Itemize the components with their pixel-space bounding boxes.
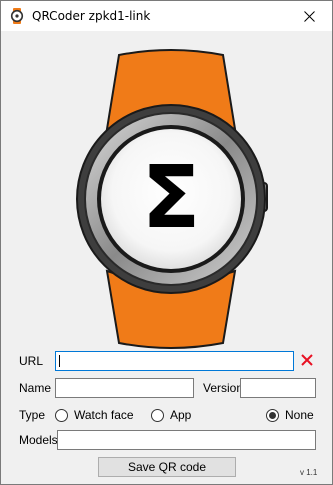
radio-button[interactable] bbox=[151, 408, 164, 422]
watch-logo-glyph: Σ bbox=[142, 148, 201, 248]
type-radio-none[interactable]: None bbox=[266, 408, 314, 422]
radio-button[interactable] bbox=[266, 408, 279, 422]
watch-app-icon bbox=[10, 8, 24, 24]
type-label: Type bbox=[19, 408, 46, 422]
name-label: Name bbox=[19, 381, 52, 395]
app-window: QRCoder zpkd1-link Σ URL Name Version Ty… bbox=[0, 0, 333, 485]
client-area: Σ URL Name Version Type Watch face App N… bbox=[1, 31, 332, 484]
window-title: QRCoder zpkd1-link bbox=[32, 9, 151, 23]
models-label: Models bbox=[19, 433, 58, 447]
version-label: Version bbox=[203, 381, 244, 395]
save-qr-button-label: Save QR code bbox=[127, 460, 207, 474]
name-input[interactable] bbox=[55, 378, 194, 398]
version-input[interactable] bbox=[240, 378, 316, 398]
type-radio-watch-face[interactable]: Watch face bbox=[55, 408, 134, 422]
models-input[interactable] bbox=[57, 430, 316, 450]
save-qr-button[interactable]: Save QR code bbox=[98, 457, 236, 477]
title-bar[interactable]: QRCoder zpkd1-link bbox=[1, 1, 332, 31]
close-button[interactable] bbox=[286, 1, 332, 31]
radio-label: None bbox=[285, 408, 314, 422]
text-caret bbox=[59, 355, 60, 367]
url-input[interactable] bbox=[55, 351, 294, 371]
url-label: URL bbox=[19, 354, 44, 368]
radio-button[interactable] bbox=[55, 408, 68, 422]
radio-label: Watch face bbox=[74, 408, 134, 422]
close-icon bbox=[303, 10, 315, 22]
radio-label: App bbox=[170, 408, 192, 422]
watch-illustration: Σ bbox=[76, 49, 268, 349]
type-radio-app[interactable]: App bbox=[151, 408, 191, 422]
app-version-label: v 1.1 bbox=[300, 468, 318, 477]
clear-url-icon[interactable] bbox=[300, 353, 314, 367]
